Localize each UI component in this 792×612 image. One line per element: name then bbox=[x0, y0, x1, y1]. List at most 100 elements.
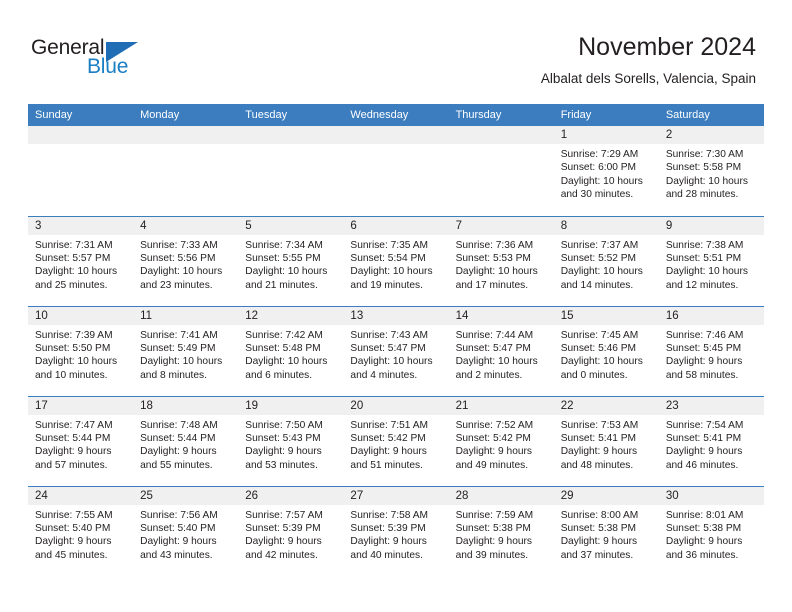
day-number: 18 bbox=[133, 396, 239, 415]
day-detail-line: Daylight: 9 hours bbox=[35, 536, 112, 548]
calendar-week-row: 17 Sunrise: 7:47 AM Sunset: 5:44 PM Dayligh… bbox=[28, 395, 764, 486]
day-number: 23 bbox=[658, 396, 764, 415]
calendar-day-cell[interactable]: 13 Sunrise: 7:43 AM Sunset: 5:47 PM Dayligh… bbox=[343, 305, 449, 396]
day-detail-line: Sunrise: 8:01 AM bbox=[665, 509, 744, 521]
day-detail-line: Daylight: 10 hours bbox=[560, 175, 643, 187]
day-detail-line: Sunset: 5:57 PM bbox=[35, 252, 111, 264]
day-details: Sunrise: 7:45 AM Sunset: 5:46 PM Daylight:… bbox=[554, 325, 659, 383]
day-detail-line: and 55 minutes. bbox=[140, 459, 213, 471]
calendar-day-cell[interactable]: 24 Sunrise: 7:55 AM Sunset: 5:40 PM Dayligh… bbox=[28, 485, 134, 576]
calendar-day-cell-empty bbox=[28, 126, 134, 216]
day-detail-line: Sunrise: 7:39 AM bbox=[35, 329, 113, 341]
day-detail-line: Sunset: 5:38 PM bbox=[455, 522, 531, 534]
calendar-day-cell[interactable]: 17 Sunrise: 7:47 AM Sunset: 5:44 PM Dayligh… bbox=[28, 395, 134, 486]
calendar-day-cell[interactable]: 16 Sunrise: 7:46 AM Sunset: 5:45 PM Dayligh… bbox=[658, 305, 764, 396]
day-detail-line: Sunset: 5:40 PM bbox=[35, 522, 111, 534]
day-detail-line: and 45 minutes. bbox=[35, 549, 108, 561]
day-detail-line: Sunset: 5:43 PM bbox=[245, 432, 321, 444]
day-detail-line: Sunset: 5:39 PM bbox=[245, 522, 321, 534]
calendar-day-cell[interactable]: 8 Sunrise: 7:37 AM Sunset: 5:52 PM Daylight… bbox=[553, 215, 659, 306]
day-number: 14 bbox=[448, 306, 554, 325]
calendar-day-cell[interactable]: 29 Sunrise: 8:00 AM Sunset: 5:38 PM Dayligh… bbox=[553, 485, 659, 576]
day-details: Sunrise: 7:48 AM Sunset: 5:44 PM Daylight:… bbox=[133, 415, 238, 473]
logo-generalblue[interactable]: General Blue bbox=[31, 36, 161, 80]
day-detail-line: Sunrise: 7:48 AM bbox=[140, 419, 218, 431]
day-detail-line: Daylight: 10 hours bbox=[455, 266, 538, 278]
day-detail-line: Daylight: 9 hours bbox=[350, 536, 427, 548]
day-detail-line: Daylight: 10 hours bbox=[665, 175, 748, 187]
day-details: Sunrise: 7:43 AM Sunset: 5:47 PM Daylight:… bbox=[343, 325, 448, 383]
calendar-day-cell[interactable]: 23 Sunrise: 7:54 AM Sunset: 5:41 PM Dayligh… bbox=[658, 395, 764, 486]
day-detail-line: Daylight: 10 hours bbox=[140, 266, 223, 278]
calendar-day-cell[interactable]: 18 Sunrise: 7:48 AM Sunset: 5:44 PM Dayligh… bbox=[133, 395, 239, 486]
day-detail-line: Sunrise: 7:30 AM bbox=[665, 149, 744, 160]
weekday-header-saturday: Saturday bbox=[658, 104, 764, 126]
page-title: November 2024 bbox=[578, 33, 756, 61]
day-detail-line: Sunrise: 7:29 AM bbox=[560, 149, 639, 160]
calendar-day-cell[interactable]: 11 Sunrise: 7:41 AM Sunset: 5:49 PM Dayligh… bbox=[133, 305, 239, 396]
calendar-day-cell[interactable]: 28 Sunrise: 7:59 AM Sunset: 5:38 PM Dayligh… bbox=[448, 485, 554, 576]
calendar-day-cell[interactable]: 12 Sunrise: 7:42 AM Sunset: 5:48 PM Dayligh… bbox=[238, 305, 344, 396]
day-detail-line: Daylight: 10 hours bbox=[560, 356, 643, 368]
day-detail-line: Daylight: 9 hours bbox=[665, 446, 743, 458]
calendar-day-cell[interactable]: 5 Sunrise: 7:34 AM Sunset: 5:55 PM Daylight… bbox=[238, 215, 344, 306]
day-detail-line: Sunset: 5:58 PM bbox=[665, 162, 742, 174]
day-number: 20 bbox=[343, 396, 449, 415]
day-detail-line: Sunset: 5:47 PM bbox=[350, 342, 426, 354]
day-details: Sunrise: 7:30 AM Sunset: 5:58 PM Daylight:… bbox=[659, 144, 764, 202]
calendar-day-cell[interactable]: 19 Sunrise: 7:50 AM Sunset: 5:43 PM Dayligh… bbox=[238, 395, 344, 486]
day-detail-line: Sunset: 5:51 PM bbox=[665, 252, 742, 264]
calendar-day-cell[interactable]: 26 Sunrise: 7:57 AM Sunset: 5:39 PM Dayligh… bbox=[238, 485, 344, 576]
day-detail-line: and 46 minutes. bbox=[665, 459, 739, 471]
calendar-day-cell[interactable]: 27 Sunrise: 7:58 AM Sunset: 5:39 PM Dayligh… bbox=[343, 485, 449, 576]
day-details: Sunrise: 7:47 AM Sunset: 5:44 PM Daylight:… bbox=[28, 415, 133, 473]
calendar-day-cell[interactable]: 3 Sunrise: 7:31 AM Sunset: 5:57 PM Daylight… bbox=[28, 215, 134, 306]
calendar-day-cell[interactable]: 10 Sunrise: 7:39 AM Sunset: 5:50 PM Dayligh… bbox=[28, 305, 134, 396]
day-detail-line: Daylight: 10 hours bbox=[245, 266, 328, 278]
calendar-day-cell[interactable]: 7 Sunrise: 7:36 AM Sunset: 5:53 PM Daylight… bbox=[448, 215, 554, 306]
calendar-day-cell[interactable]: 20 Sunrise: 7:51 AM Sunset: 5:42 PM Dayligh… bbox=[343, 395, 449, 486]
day-detail-line: and 0 minutes. bbox=[560, 369, 628, 381]
calendar-day-cell[interactable]: 14 Sunrise: 7:44 AM Sunset: 5:47 PM Dayligh… bbox=[448, 305, 554, 396]
day-number: 30 bbox=[658, 486, 764, 505]
day-details: Sunrise: 7:36 AM Sunset: 5:53 PM Daylight:… bbox=[449, 235, 554, 293]
day-detail-line: Sunrise: 7:45 AM bbox=[560, 329, 639, 341]
day-number: 3 bbox=[28, 216, 134, 235]
day-detail-line: and 25 minutes. bbox=[35, 279, 108, 291]
calendar-day-cell-empty bbox=[343, 126, 449, 216]
day-number: 17 bbox=[28, 396, 134, 415]
calendar-day-cell[interactable]: 2 Sunrise: 7:30 AM Sunset: 5:58 PM Daylight… bbox=[658, 126, 764, 216]
calendar-day-cell[interactable]: 1 Sunrise: 7:29 AM Sunset: 6:00 PM Daylight… bbox=[553, 126, 659, 216]
calendar-day-cell-empty bbox=[448, 126, 554, 216]
day-number: 16 bbox=[658, 306, 764, 325]
day-detail-line: Sunset: 5:45 PM bbox=[665, 342, 742, 354]
day-detail-line: Daylight: 10 hours bbox=[140, 356, 223, 368]
calendar-day-cell[interactable]: 22 Sunrise: 7:53 AM Sunset: 5:41 PM Dayligh… bbox=[553, 395, 659, 486]
day-detail-line: Daylight: 10 hours bbox=[560, 266, 643, 278]
day-number: 13 bbox=[343, 306, 449, 325]
day-detail-line: Sunrise: 7:33 AM bbox=[140, 239, 218, 251]
day-detail-line: Sunrise: 7:55 AM bbox=[35, 509, 113, 521]
day-detail-line: Sunrise: 7:43 AM bbox=[350, 329, 429, 341]
day-details: Sunrise: 7:38 AM Sunset: 5:51 PM Daylight:… bbox=[659, 235, 764, 293]
day-detail-line: Sunrise: 8:00 AM bbox=[560, 509, 639, 521]
calendar-day-cell[interactable]: 15 Sunrise: 7:45 AM Sunset: 5:46 PM Dayligh… bbox=[553, 305, 659, 396]
day-detail-line: and 19 minutes. bbox=[350, 279, 423, 291]
day-detail-line: and 14 minutes. bbox=[560, 279, 634, 291]
calendar-day-cell[interactable]: 6 Sunrise: 7:35 AM Sunset: 5:54 PM Daylight… bbox=[343, 215, 449, 306]
day-detail-line: Sunset: 5:41 PM bbox=[560, 432, 637, 444]
calendar-day-cell[interactable]: 9 Sunrise: 7:38 AM Sunset: 5:51 PM Daylight… bbox=[658, 215, 764, 306]
calendar-day-cell[interactable]: 25 Sunrise: 7:56 AM Sunset: 5:40 PM Dayligh… bbox=[133, 485, 239, 576]
day-detail-line: Sunset: 5:54 PM bbox=[350, 252, 426, 264]
day-number bbox=[28, 126, 134, 144]
day-details: Sunrise: 7:29 AM Sunset: 6:00 PM Daylight:… bbox=[554, 144, 659, 202]
day-detail-line: Sunset: 5:50 PM bbox=[35, 342, 111, 354]
day-detail-line: and 57 minutes. bbox=[35, 459, 108, 471]
day-number: 6 bbox=[343, 216, 449, 235]
calendar-day-cell[interactable]: 21 Sunrise: 7:52 AM Sunset: 5:42 PM Dayligh… bbox=[448, 395, 554, 486]
calendar-day-cell[interactable]: 4 Sunrise: 7:33 AM Sunset: 5:56 PM Daylight… bbox=[133, 215, 239, 306]
day-number: 2 bbox=[658, 126, 764, 144]
calendar-day-cell[interactable]: 30 Sunrise: 8:01 AM Sunset: 5:38 PM Dayligh… bbox=[658, 485, 764, 576]
day-number: 26 bbox=[238, 486, 344, 505]
day-details: Sunrise: 7:57 AM Sunset: 5:39 PM Daylight:… bbox=[238, 505, 343, 563]
